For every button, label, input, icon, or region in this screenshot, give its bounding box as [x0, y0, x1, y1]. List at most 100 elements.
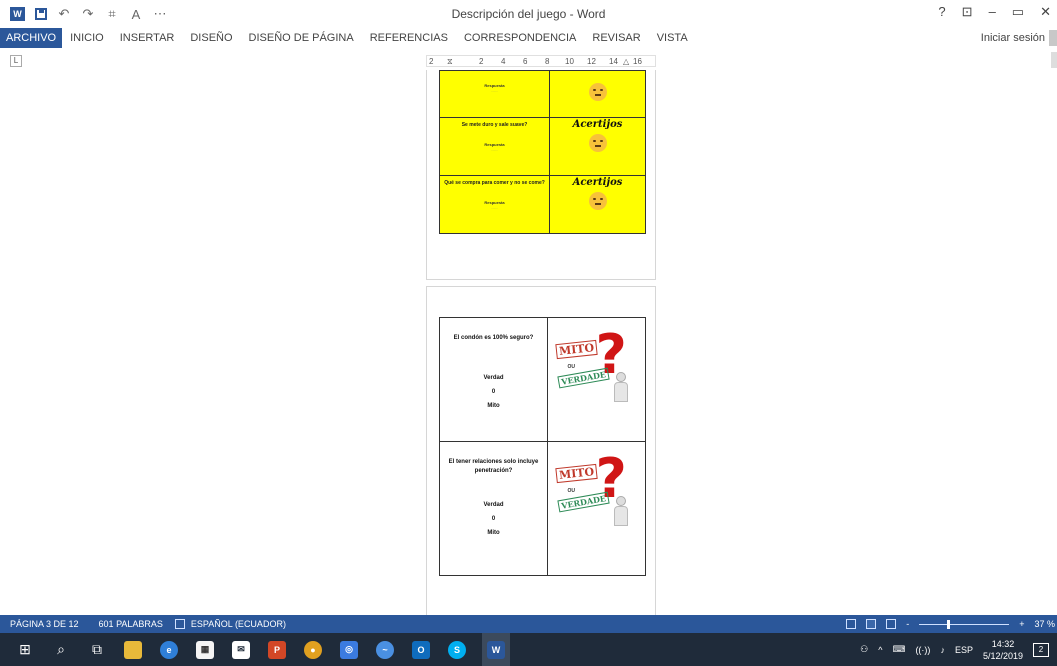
- myth-image-cell[interactable]: ? MITO OU VERDADE: [547, 441, 646, 576]
- customize-qat-icon[interactable]: ⋯: [153, 6, 167, 21]
- tab-selector[interactable]: L: [10, 55, 22, 67]
- save-icon[interactable]: [35, 8, 47, 20]
- riddle-question-cell[interactable]: Qué se compra para comer y no se come? R…: [439, 175, 550, 234]
- myth-question-cell[interactable]: El tener relaciones solo incluye penetra…: [439, 441, 548, 576]
- account-avatar[interactable]: [1049, 30, 1057, 46]
- wifi-icon[interactable]: ((·)): [915, 645, 930, 655]
- horizontal-ruler[interactable]: 2 ⧖ 2 4 6 8 10 12 14 △ 16: [426, 55, 656, 67]
- page-count[interactable]: PÁGINA 3 DE 12: [0, 619, 79, 629]
- myth-truth-table: El condón es 100% seguro? Verdad 0 Mito …: [439, 317, 646, 576]
- skype-icon[interactable]: S: [446, 639, 468, 661]
- riddle-question-cell[interactable]: Se mete duro y sale suave? Respuesta ...…: [439, 117, 550, 176]
- vertical-scrollbar[interactable]: [1051, 52, 1057, 68]
- powerpoint-icon[interactable]: P: [266, 639, 288, 661]
- riddle-image-cell[interactable]: Acertijos: [549, 117, 646, 176]
- tab-archivo[interactable]: ARCHIVO: [0, 28, 63, 48]
- ou-text: OU: [567, 364, 576, 370]
- riddle-question: Qué se compra para comer y no se come?: [444, 180, 545, 186]
- file-explorer-icon[interactable]: [122, 639, 144, 661]
- riddle-question-cell[interactable]: Respuesta ........: [439, 70, 550, 118]
- tab-inicio[interactable]: INICIO: [62, 28, 112, 48]
- zoom-out-button[interactable]: -: [906, 619, 909, 629]
- ruler-mark: 14: [609, 57, 618, 66]
- tab-diseno-de-pagina[interactable]: DISEÑO DE PÁGINA: [241, 28, 362, 48]
- zoom-in-button[interactable]: +: [1019, 619, 1024, 629]
- tab-referencias[interactable]: REFERENCIAS: [362, 28, 456, 48]
- show-hidden-icons[interactable]: ^: [878, 645, 882, 655]
- format-painter-icon[interactable]: ⌗: [105, 6, 119, 21]
- mito-stamp: MITO: [554, 463, 598, 484]
- store-icon[interactable]: ▦: [194, 639, 216, 661]
- ribbon-tabs: ARCHIVO INICIO INSERTAR DISEÑO DISEÑO DE…: [0, 28, 1057, 48]
- thinking-face-icon: [588, 134, 607, 152]
- answer-placeholder: ........: [491, 89, 498, 93]
- thinking-man-head-icon: [615, 496, 626, 506]
- tab-correspondencia[interactable]: CORRESPONDENCIA: [456, 28, 584, 48]
- word-count[interactable]: 601 PALABRAS: [79, 619, 163, 629]
- search-icon[interactable]: ⌕: [50, 639, 72, 661]
- option-verdad: Verdad: [483, 502, 504, 508]
- mito-verdade-image: ? MITO OU VERDADE: [552, 328, 642, 408]
- riddle-image-cell[interactable]: [549, 70, 646, 118]
- zoom-level[interactable]: 37 %: [1034, 619, 1055, 629]
- myth-image-cell[interactable]: ? MITO OU VERDADE: [547, 317, 646, 442]
- zoom-slider-thumb[interactable]: [947, 619, 951, 629]
- ruler-mark: 8: [545, 57, 550, 66]
- outlook-icon[interactable]: O: [410, 639, 432, 661]
- zoom-slider[interactable]: [919, 619, 1010, 629]
- input-language[interactable]: ESP: [955, 645, 973, 655]
- tab-diseno[interactable]: DISEÑO: [182, 28, 240, 48]
- tab-insertar[interactable]: INSERTAR: [112, 28, 183, 48]
- task-view-icon[interactable]: ⧉: [86, 639, 108, 661]
- thinking-man-head-icon: [615, 372, 626, 382]
- ruler-mark: 16: [633, 57, 642, 66]
- ruler-right-indent[interactable]: △: [623, 56, 629, 67]
- clock-time: 14:32: [991, 638, 1015, 649]
- minimize-button[interactable]: –: [989, 4, 996, 20]
- undo-icon[interactable]: ↶: [57, 6, 71, 21]
- thinking-man-body-icon: [613, 382, 628, 402]
- web-layout-icon[interactable]: [886, 619, 897, 629]
- myth-question-cell[interactable]: El condón es 100% seguro? Verdad 0 Mito: [439, 317, 548, 442]
- acertijos-title: Acertijos: [572, 177, 623, 188]
- document-page[interactable]: El condón es 100% seguro? Verdad 0 Mito …: [426, 286, 656, 626]
- redo-icon[interactable]: ↷: [81, 6, 95, 21]
- riddle-image-cell[interactable]: Acertijos: [549, 175, 646, 234]
- word-app-icon[interactable]: W: [10, 7, 25, 21]
- document-page[interactable]: Respuesta ........ Se mete duro y sale s…: [426, 70, 656, 280]
- window-controls: ? ⊡ – ▭ ✕: [938, 4, 1057, 20]
- swift-app-icon[interactable]: ~: [374, 639, 396, 661]
- edge-icon[interactable]: e: [158, 639, 180, 661]
- chrome-icon[interactable]: ●: [302, 639, 324, 661]
- restore-button[interactable]: ▭: [1012, 4, 1024, 20]
- myth-options: Verdad 0 Mito: [440, 371, 547, 413]
- read-mode-icon[interactable]: [846, 619, 857, 629]
- word-taskbar-icon[interactable]: W: [482, 633, 510, 666]
- ime-icon[interactable]: ⌨: [892, 644, 905, 655]
- volume-icon[interactable]: ♪: [940, 645, 945, 655]
- ruler-mark: 2: [479, 57, 484, 66]
- language-indicator[interactable]: ESPAÑOL (ECUADOR): [185, 619, 286, 629]
- proofing-icon[interactable]: [174, 619, 185, 629]
- action-center-icon[interactable]: 2: [1033, 642, 1049, 657]
- ruler-mark: 4: [501, 57, 506, 66]
- ruler-indent-marker[interactable]: ⧖: [447, 56, 453, 67]
- spelling-icon[interactable]: A: [129, 7, 143, 22]
- close-button[interactable]: ✕: [1040, 4, 1051, 20]
- option-verdad: Verdad: [483, 375, 504, 381]
- print-layout-icon[interactable]: [866, 619, 877, 629]
- tab-vista[interactable]: VISTA: [649, 28, 696, 48]
- ribbon-display-options-button[interactable]: ⊡: [962, 4, 973, 20]
- people-icon[interactable]: ⚇: [860, 644, 868, 655]
- thinking-face-icon: [588, 192, 607, 210]
- mail-icon[interactable]: ✉: [230, 639, 252, 661]
- blue-app-icon[interactable]: ◎: [338, 639, 360, 661]
- tab-revisar[interactable]: REVISAR: [584, 28, 648, 48]
- document-workspace[interactable]: Respuesta ........ Se mete duro y sale s…: [0, 70, 1057, 626]
- clock[interactable]: 14:32 5/12/2019: [983, 638, 1023, 662]
- myth-options: Verdad 0 Mito: [440, 498, 547, 540]
- help-button[interactable]: ?: [938, 4, 945, 20]
- start-button[interactable]: ⊞: [14, 639, 36, 661]
- mito-verdade-image: ? MITO OU VERDADE: [552, 452, 642, 532]
- sign-in-link[interactable]: Iniciar sesión: [981, 28, 1045, 48]
